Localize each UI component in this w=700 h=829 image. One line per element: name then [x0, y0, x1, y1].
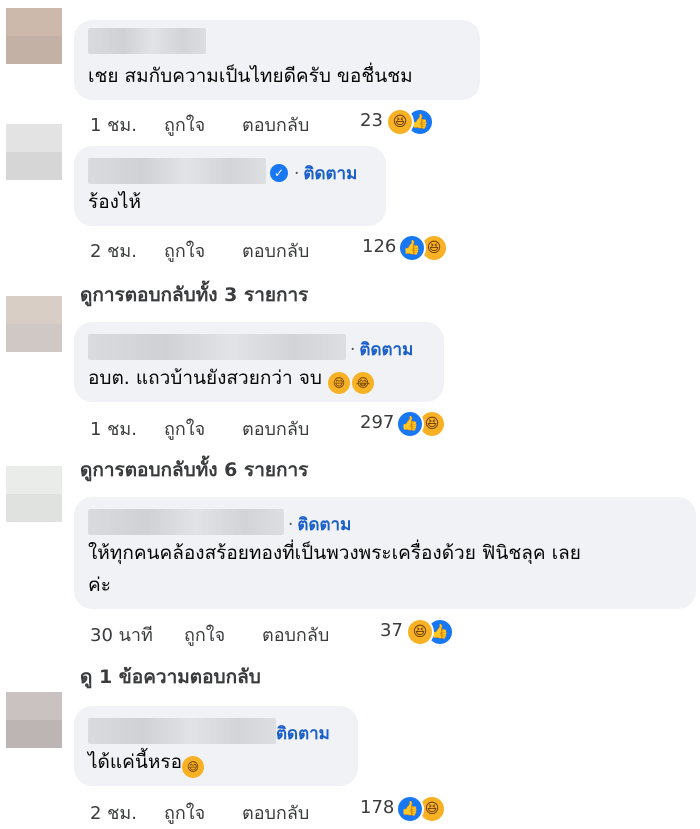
avatar[interactable]	[6, 8, 62, 64]
comment-text-line: ให้ทุกคนคล้องสร้อยทองที่เป็นพวงพระเครื่อ…	[88, 542, 581, 564]
haha-reaction-icon: 😆	[406, 618, 434, 646]
comment-text-body: อบต. แถวบ้านยังสวยกว่า จบ	[88, 367, 322, 389]
comment-text: ได้แค่นี้หรอ 😅	[88, 746, 204, 778]
reaction-summary[interactable]: 23 👍 😆	[360, 108, 440, 136]
commenter-name-redacted[interactable]	[88, 509, 284, 535]
view-replies-link[interactable]: ดูการตอบกลับทั้ง 6 รายการ	[80, 455, 308, 485]
comment-time[interactable]: 30 นาที	[90, 620, 153, 649]
reaction-summary[interactable]: 297 😆 👍	[360, 410, 450, 438]
follow-link[interactable]: · ติดตาม	[288, 511, 351, 538]
reply-button[interactable]: ตอบกลับ	[242, 236, 309, 265]
reaction-count: 178	[360, 797, 395, 818]
comment-bubble: เชย สมกับความเป็นไทยดีครับ ขอชื่นชม	[74, 20, 480, 100]
comment-text-body: ได้แค่นี้หรอ	[88, 751, 182, 773]
reaction-count: 37	[380, 620, 403, 641]
like-button[interactable]: ถูกใจ	[164, 414, 205, 443]
reaction-summary[interactable]: 178 😆 👍	[360, 795, 450, 823]
reaction-summary[interactable]: 37 👍 😆	[380, 618, 460, 646]
like-button[interactable]: ถูกใจ	[164, 236, 205, 265]
view-replies-link[interactable]: ดูการตอบกลับทั้ง 3 รายการ	[80, 280, 308, 310]
reaction-summary[interactable]: 126 😆 👍	[362, 234, 452, 262]
like-reaction-icon: 👍	[396, 795, 424, 823]
avatar[interactable]	[6, 124, 62, 180]
comment-bubble: ติดตาม ได้แค่นี้หรอ 😅	[74, 706, 358, 786]
comment-time[interactable]: 1 ชม.	[90, 414, 137, 443]
avatar[interactable]	[6, 692, 62, 748]
comment-bubble: ✓ · ติดตาม ร้องไห้	[74, 146, 386, 226]
avatar[interactable]	[6, 296, 62, 352]
comment-actions: 1 ชม. ถูกใจ ตอบกลับ	[90, 414, 340, 440]
reply-button[interactable]: ตอบกลับ	[242, 798, 309, 827]
haha-reaction-icon: 😆	[386, 108, 414, 136]
reply-button[interactable]: ตอบกลับ	[242, 414, 309, 443]
follow-link[interactable]: ✓ · ติดตาม	[270, 160, 357, 187]
comment-bubble: · ติดตาม อบต. แถวบ้านยังสวยกว่า จบ 😅 😂	[74, 322, 444, 402]
comment-actions: 2 ชม. ถูกใจ ตอบกลับ	[90, 798, 340, 824]
commenter-name-redacted[interactable]	[88, 334, 346, 360]
like-button[interactable]: ถูกใจ	[184, 620, 225, 649]
like-button[interactable]: ถูกใจ	[164, 110, 205, 139]
comment-time[interactable]: 1 ชม.	[90, 110, 137, 139]
reaction-count: 126	[362, 236, 397, 257]
comment-text: ร้องไห้	[88, 191, 141, 213]
grinning-sweat-emoji-icon: 😅	[327, 372, 350, 394]
like-button[interactable]: ถูกใจ	[164, 798, 205, 827]
verified-badge-icon: ✓	[270, 164, 288, 182]
avatar[interactable]	[6, 466, 62, 522]
like-reaction-icon: 👍	[396, 410, 424, 438]
comment-actions: 1 ชม. ถูกใจ ตอบกลับ	[90, 110, 340, 136]
reply-button[interactable]: ตอบกลับ	[262, 620, 329, 649]
comment-time[interactable]: 2 ชม.	[90, 798, 137, 827]
follow-link[interactable]: ติดตาม	[276, 720, 330, 747]
tears-of-joy-emoji-icon: 😂	[351, 372, 374, 394]
grinning-sweat-emoji-icon: 😅	[181, 756, 204, 778]
reaction-count: 23	[360, 110, 383, 131]
comment-actions: 30 นาที ถูกใจ ตอบกลับ	[90, 620, 380, 646]
commenter-name-redacted[interactable]	[88, 28, 206, 54]
reply-button[interactable]: ตอบกลับ	[242, 110, 309, 139]
comment-text: เชย สมกับความเป็นไทยดีครับ ขอชื่นชม	[88, 65, 413, 87]
comment-text-line: ค่ะ	[88, 574, 111, 596]
follow-link[interactable]: · ติดตาม	[350, 336, 413, 363]
view-replies-link[interactable]: ดู 1 ข้อความตอบกลับ	[80, 662, 261, 692]
commenter-name-redacted[interactable]	[88, 718, 276, 744]
comment-text: อบต. แถวบ้านยังสวยกว่า จบ 😅 😂	[88, 362, 374, 394]
like-reaction-icon: 👍	[398, 234, 426, 262]
commenter-name-redacted[interactable]	[88, 158, 266, 184]
reaction-count: 297	[360, 412, 395, 433]
comment-actions: 2 ชม. ถูกใจ ตอบกลับ	[90, 236, 340, 262]
comment-bubble: · ติดตาม ให้ทุกคนคล้องสร้อยทองที่เป็นพวงพ…	[74, 497, 696, 609]
comment-time[interactable]: 2 ชม.	[90, 236, 137, 265]
